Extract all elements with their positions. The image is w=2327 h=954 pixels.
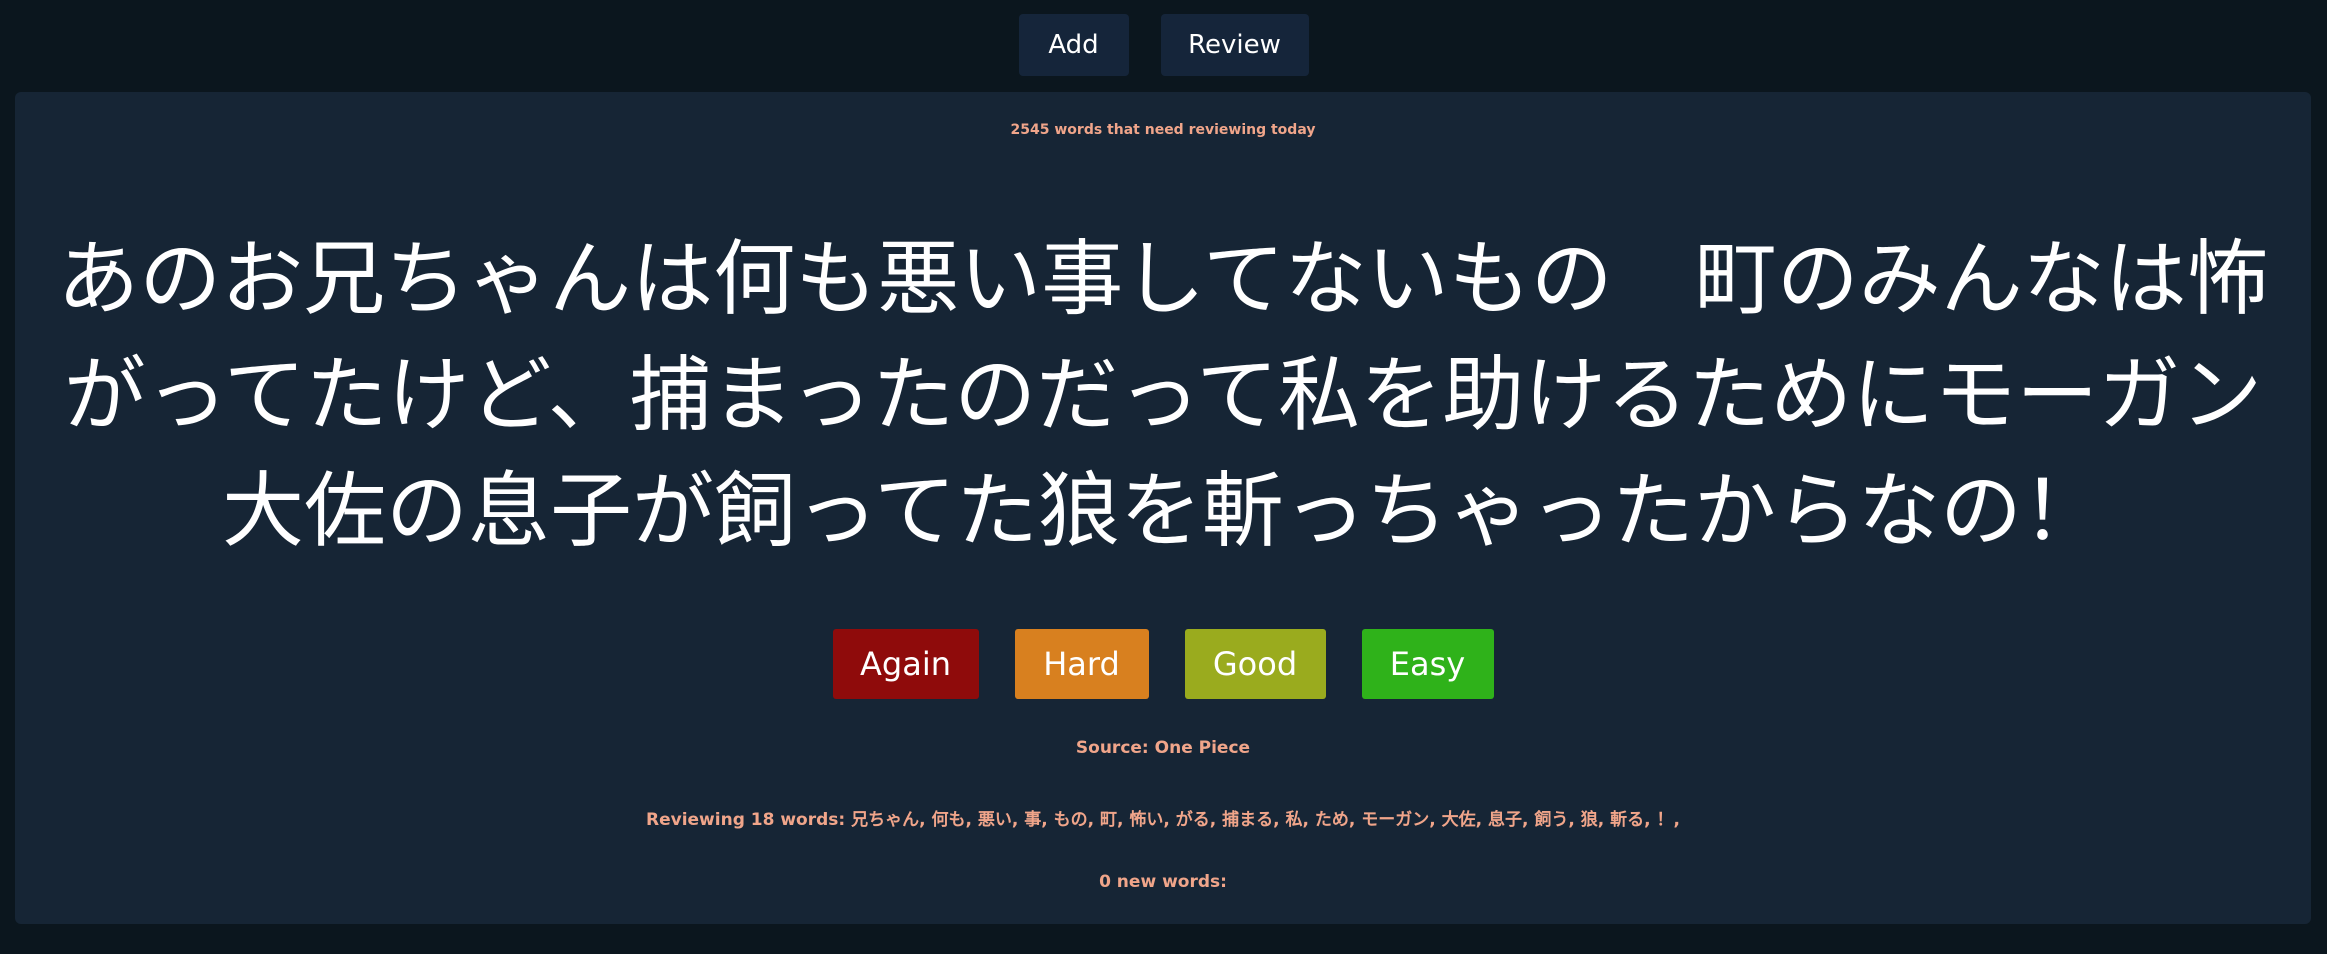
again-button[interactable]: Again xyxy=(832,629,979,699)
new-words-text: 0 new words: xyxy=(1099,872,1227,892)
easy-button[interactable]: Easy xyxy=(1361,629,1494,699)
answer-buttons: Again Hard Good Easy xyxy=(15,629,2311,699)
review-sentence: あのお兄ちゃんは何も悪い事してないもの 町のみんなは怖がってたけど、捕まったのだ… xyxy=(57,232,2269,559)
top-nav: Add Review xyxy=(0,14,2327,76)
reviewing-words-text: Reviewing 18 words: 兄ちゃん, 何も, 悪い, 事, もの,… xyxy=(646,810,1680,830)
due-count-text: 2545 words that need reviewing today xyxy=(1010,122,1316,138)
add-button[interactable]: Add xyxy=(1018,14,1129,76)
source-text: Source: One Piece xyxy=(1075,738,1251,758)
good-button[interactable]: Good xyxy=(1184,629,1326,699)
review-button[interactable]: Review xyxy=(1160,14,1309,76)
hard-button[interactable]: Hard xyxy=(1014,629,1149,699)
review-card: 2545 words that need reviewing today あのお… xyxy=(15,92,2311,924)
